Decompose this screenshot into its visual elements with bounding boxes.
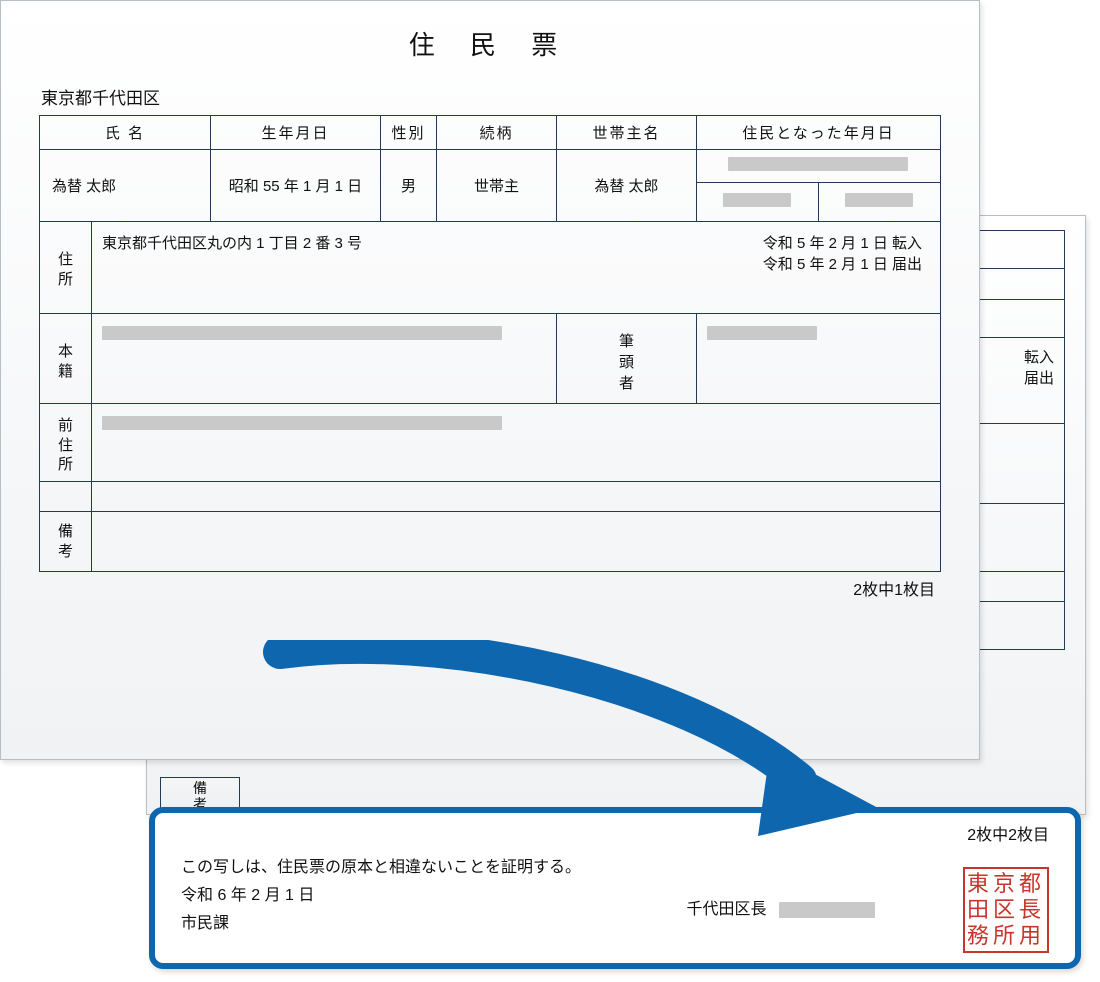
col-sex: 性別 — [380, 116, 436, 150]
redacted-from — [723, 193, 791, 207]
issuing-ward: 東京都千代田区 — [41, 84, 941, 109]
label-honseki: 本籍 — [40, 314, 92, 404]
redacted-honseki — [102, 326, 502, 340]
juminhyo-table: 氏 名 生年月日 性別 続柄 世帯主名 住民となった年月日 為替 太郎 昭和 5… — [39, 115, 941, 572]
cell-name: 為替 太郎 — [40, 150, 211, 222]
redacted-issuer-name — [779, 902, 875, 918]
back-notice: 届出 — [1024, 370, 1054, 387]
redacted-became-date — [728, 157, 908, 171]
redacted-hittousha — [707, 326, 817, 340]
label-address: 住所 — [40, 222, 92, 314]
certification-callout: 2枚中2枚目 この写しは、住民票の原本と相違ないことを証明する。 令和 6 年 … — [149, 807, 1081, 969]
label-hittousha: 筆頭者 — [556, 314, 696, 404]
col-relation: 続柄 — [436, 116, 556, 150]
cell-honseki — [92, 314, 557, 404]
redacted-to — [845, 193, 913, 207]
page2-biko-sliver: 備考 — [160, 777, 240, 809]
cell-address: 東京都千代田区丸の内 1 丁目 2 番 3 号 令和 5 年 2 月 1 日 転… — [92, 222, 941, 314]
address-value: 東京都千代田区丸の内 1 丁目 2 番 3 号 — [102, 232, 362, 274]
cert-statement: この写しは、住民票の原本と相違ないことを証明する。 — [181, 853, 1053, 877]
page-1-counter: 2枚中1枚目 — [39, 572, 941, 600]
cell-prev-address — [92, 404, 941, 482]
col-name: 氏 名 — [40, 116, 211, 150]
cell-hittousha — [696, 314, 940, 404]
document-stage: 年月日 転入 届出 備考 住 民 票 東京都千代田区 氏 名 — [0, 0, 1100, 982]
cell-dob: 昭和 55 年 1 月 1 日 — [210, 150, 380, 222]
page-1-sheet: 住 民 票 東京都千代田区 氏 名 生年月日 性別 続柄 世帯主名 住民となった… — [0, 0, 980, 760]
cell-head: 為替 太郎 — [556, 150, 696, 222]
cell-sex: 男 — [380, 150, 436, 222]
col-head: 世帯主名 — [556, 116, 696, 150]
cert-dept: 市民課 — [181, 909, 1053, 933]
address-movein: 令和 5 年 2 月 1 日 転入 — [763, 235, 922, 252]
label-prev-address: 前住所 — [40, 404, 92, 482]
back-movein: 転入 — [1024, 349, 1054, 366]
cert-date: 令和 6 年 2 月 1 日 — [181, 881, 1053, 905]
official-seal-icon: 都 京 東 長 区 田 用 所 務 — [963, 867, 1049, 953]
col-dob: 生年月日 — [210, 116, 380, 150]
address-notified: 令和 5 年 2 月 1 日 届出 — [763, 256, 922, 273]
page-2-counter: 2枚中2枚目 — [181, 821, 1049, 845]
document-title: 住 民 票 — [39, 25, 941, 62]
label-biko: 備考 — [40, 512, 92, 572]
cell-biko — [92, 512, 941, 572]
col-became: 住民となった年月日 — [696, 116, 940, 150]
cert-issuer: 千代田区長 — [687, 895, 875, 919]
cell-relation: 世帯主 — [436, 150, 556, 222]
issuer-title: 千代田区長 — [687, 901, 767, 918]
redacted-prev-address — [102, 416, 502, 430]
